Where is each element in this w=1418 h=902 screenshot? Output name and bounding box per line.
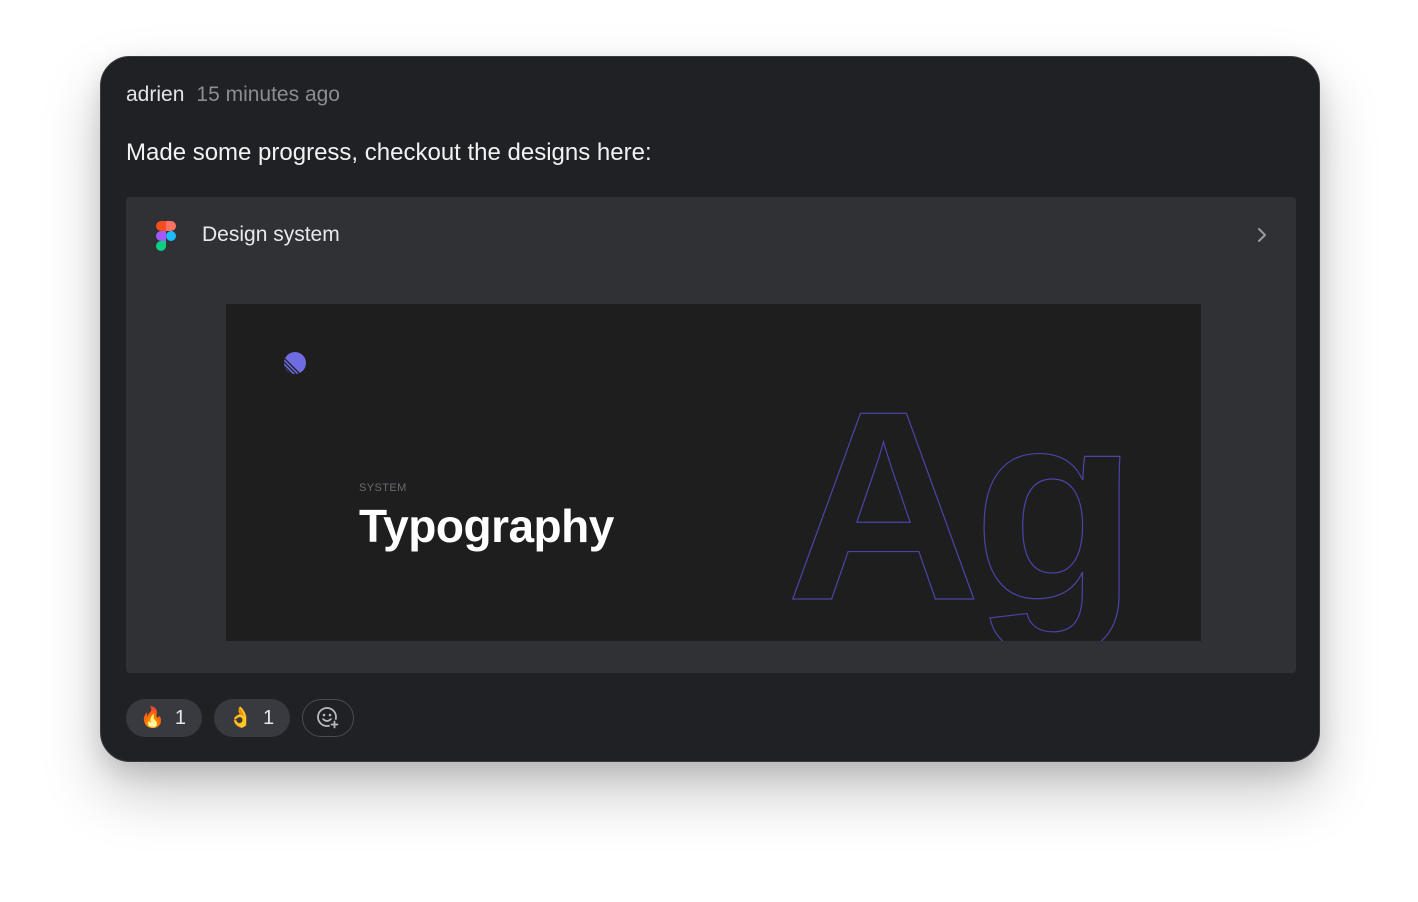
add-reaction-button[interactable] bbox=[302, 699, 355, 737]
linear-logo-icon bbox=[284, 352, 306, 374]
message-timestamp: 15 minutes ago bbox=[196, 83, 340, 106]
reactions-bar: 🔥 1 👌 1 bbox=[126, 699, 355, 737]
fire-emoji: 🔥 bbox=[140, 707, 165, 729]
chevron-right-icon[interactable] bbox=[1254, 225, 1270, 245]
reaction-fire[interactable]: 🔥 1 bbox=[126, 699, 203, 737]
author-name[interactable]: adrien bbox=[126, 81, 184, 109]
message-meta: adrien 15 minutes ago bbox=[126, 81, 340, 109]
figma-attachment[interactable]: Design system SYSTEM Typography Ag bbox=[126, 197, 1296, 673]
message-text: Made some progress, checkout the designs… bbox=[126, 139, 652, 166]
attachment-title: Design system bbox=[202, 223, 340, 246]
add-emoji-icon bbox=[317, 707, 340, 730]
ok-hand-emoji: 👌 bbox=[228, 707, 253, 729]
attachment-header[interactable]: Design system bbox=[126, 197, 1296, 273]
preview-title: Typography bbox=[359, 500, 614, 552]
svg-text:Ag: Ag bbox=[786, 394, 1130, 641]
figma-icon bbox=[156, 221, 176, 251]
reaction-count: 1 bbox=[174, 706, 187, 729]
reaction-ok-hand[interactable]: 👌 1 bbox=[214, 699, 291, 737]
preview-eyebrow: SYSTEM bbox=[359, 482, 407, 494]
message-card: adrien 15 minutes ago Made some progress… bbox=[100, 56, 1320, 762]
reaction-count: 1 bbox=[262, 706, 275, 729]
glyph-sample-ag: Ag bbox=[786, 394, 1139, 641]
design-preview[interactable]: SYSTEM Typography Ag bbox=[226, 304, 1201, 641]
